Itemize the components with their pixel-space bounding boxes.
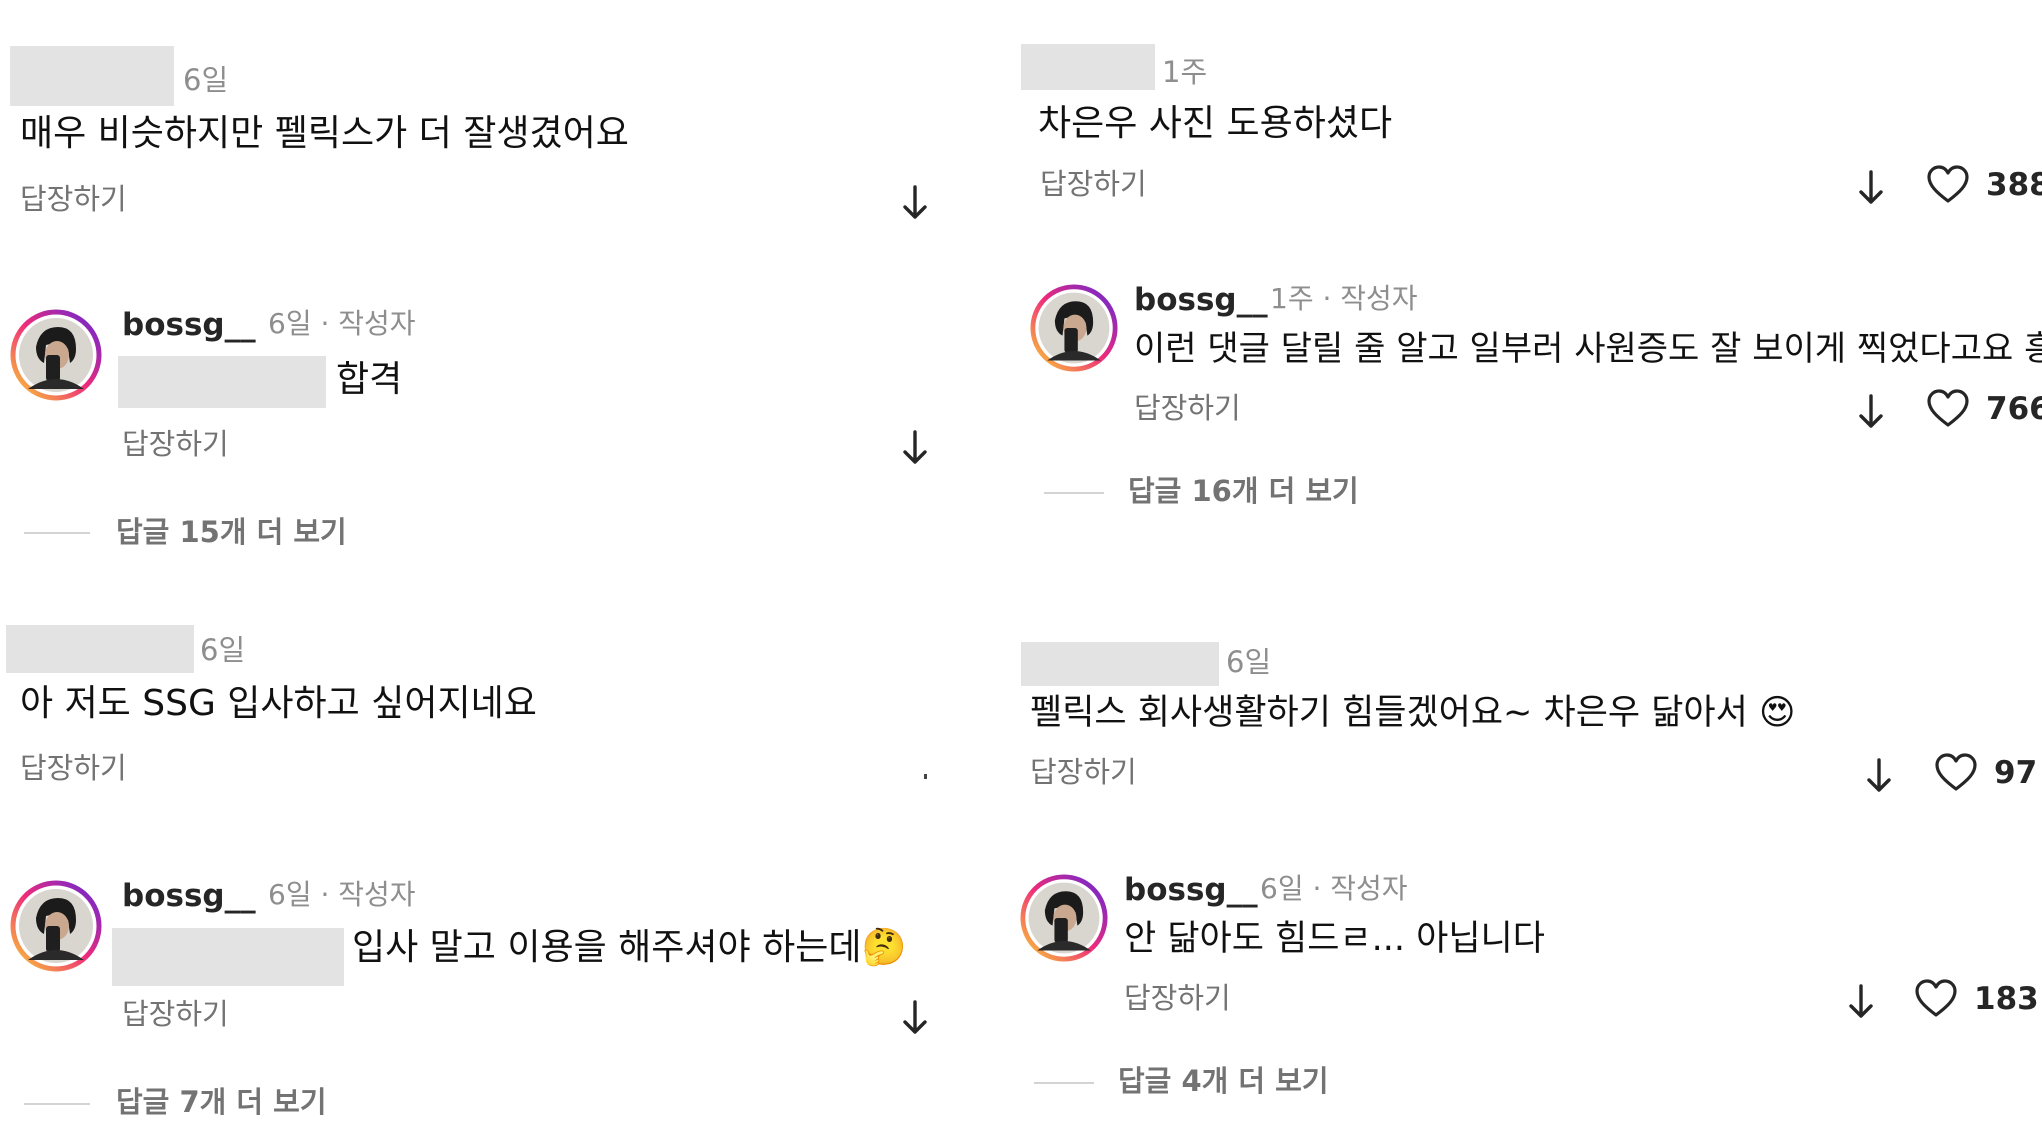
reply-meta: 6일 · 작성자 [268, 881, 416, 909]
avatar[interactable] [1030, 284, 1118, 376]
username[interactable]: bossg__ [122, 881, 256, 912]
arrow-down-icon[interactable] [1856, 392, 1886, 432]
reply-button[interactable]: 답장하기 [1134, 394, 1241, 423]
arrow-down-icon[interactable] [900, 998, 930, 1038]
divider-line [1034, 1082, 1094, 1084]
reply-time: 6일 [268, 878, 312, 911]
comment-time: 6일 [183, 63, 229, 97]
meta-separator: · [1313, 282, 1341, 315]
avatar[interactable] [10, 309, 102, 405]
heart-icon[interactable] [1914, 978, 1958, 1018]
comment-time: 1주 [1162, 55, 1208, 89]
heart-icon[interactable] [1926, 388, 1970, 428]
reply-text: 안 닮아도 힘드ㄹ... 아닙니다 [1124, 919, 1545, 959]
author-badge: 작성자 [338, 307, 416, 340]
username[interactable]: bossg__ [1134, 285, 1268, 316]
reply-meta: 6일 · 작성자 [1260, 875, 1408, 903]
meta-separator: · [1303, 872, 1331, 905]
redacted-username [6, 625, 194, 673]
reply-button[interactable]: 답장하기 [20, 754, 127, 783]
author-badge: 작성자 [1330, 872, 1408, 905]
meta-separator: · [311, 307, 339, 340]
author-badge: 작성자 [1340, 282, 1418, 315]
comment-text: 차은우 사진 도용하셨다 [1038, 103, 1393, 144]
reply-button[interactable]: 답장하기 [122, 430, 229, 459]
view-more-replies[interactable]: 답글 7개 더 보기 [116, 1088, 327, 1117]
reply-text: 이런 댓글 달릴 줄 알고 일부러 사원증도 잘 보이게 찍었다고요 흥 [1134, 329, 2042, 369]
comment-text: 펠릭스 회사생활하기 힘들겠어요~ 차은우 닮아서 😍 [1030, 693, 1796, 733]
reply-meta: 1주 · 작성자 [1270, 285, 1418, 313]
reply-time: 6일 [1260, 872, 1304, 905]
arrow-down-icon[interactable] [900, 183, 930, 223]
reply-button[interactable]: 답장하기 [20, 185, 127, 214]
like-count: 97 [1994, 755, 2038, 791]
reply-meta: 6일 · 작성자 [268, 310, 416, 338]
redacted-username [10, 46, 174, 106]
view-more-replies[interactable]: 답글 16개 더 보기 [1128, 477, 1359, 506]
reply-text: 합격 [336, 359, 403, 400]
username[interactable]: bossg__ [1124, 875, 1258, 906]
redacted-username [1021, 642, 1219, 686]
comment-text: 매우 비슷하지만 펠릭스가 더 잘생겼어요 [20, 113, 629, 154]
redacted-mention [112, 928, 344, 986]
like-count: 388 [1986, 167, 2042, 203]
divider-line [24, 1103, 90, 1105]
divider-line [1044, 492, 1104, 494]
reply-button[interactable]: 답장하기 [1124, 984, 1231, 1013]
reply-time: 1주 [1270, 282, 1314, 315]
redacted-username [1021, 44, 1155, 90]
arrow-down-icon[interactable] [900, 428, 930, 468]
reply-time: 6일 [268, 307, 312, 340]
heart-icon[interactable] [1926, 164, 1970, 204]
arrow-down-icon[interactable] [1856, 168, 1886, 208]
dot-mark [924, 774, 927, 779]
arrow-down-icon[interactable] [1846, 982, 1876, 1022]
reply-text: 입사 말고 이용을 해주셔야 하는데🤔 [352, 927, 907, 968]
comment-time: 6일 [200, 633, 246, 667]
divider-line [24, 532, 90, 534]
reply-button[interactable]: 답장하기 [1040, 170, 1147, 199]
view-more-replies[interactable]: 답글 4개 더 보기 [1118, 1067, 1329, 1096]
like-count: 183 [1974, 981, 2039, 1017]
heart-icon[interactable] [1934, 752, 1978, 792]
avatar[interactable] [10, 880, 102, 976]
username[interactable]: bossg__ [122, 310, 256, 341]
redacted-mention [118, 356, 326, 408]
comment-text: 아 저도 SSG 입사하고 싶어지네요 [20, 683, 537, 724]
avatar[interactable] [1020, 874, 1108, 966]
view-more-replies[interactable]: 답글 15개 더 보기 [116, 518, 347, 547]
meta-separator: · [311, 878, 339, 911]
like-count: 766 [1986, 391, 2042, 427]
arrow-down-icon[interactable] [1864, 756, 1894, 796]
comment-time: 6일 [1226, 645, 1272, 679]
author-badge: 작성자 [338, 878, 416, 911]
reply-button[interactable]: 답장하기 [122, 1000, 229, 1029]
reply-button[interactable]: 답장하기 [1030, 758, 1137, 787]
